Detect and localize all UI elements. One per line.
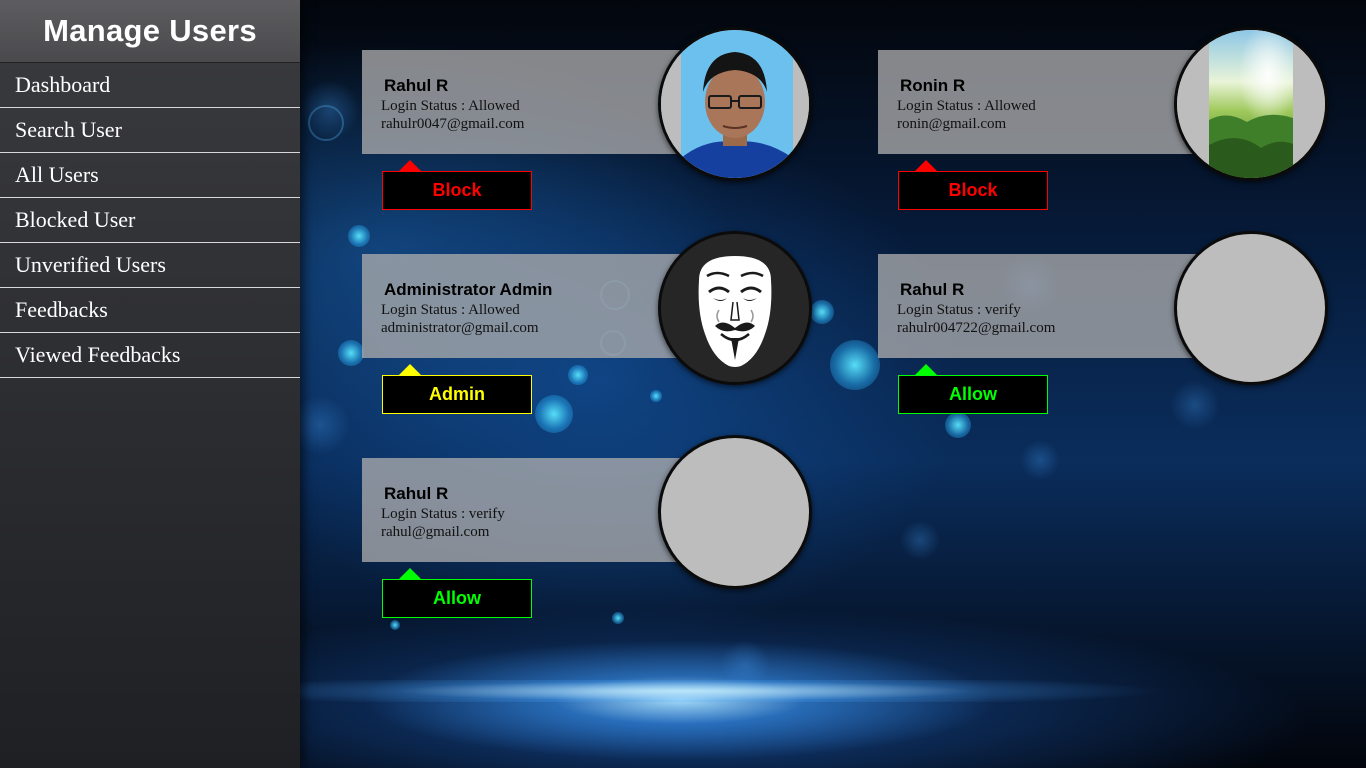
anonymous-mask-icon <box>661 234 809 382</box>
button-pointer <box>399 160 421 171</box>
user-email: rahul@gmail.com <box>381 524 490 540</box>
bokeh-light <box>300 395 350 455</box>
page-title: Manage Users <box>43 13 257 48</box>
button-pointer <box>399 364 421 375</box>
user-card: Rahul R Login Status : Allowed rahulr004… <box>362 27 812 210</box>
user-card: Rahul R Login Status : verify rahul@gmai… <box>362 435 812 618</box>
login-status: Login Status : Allowed <box>381 302 520 318</box>
button-pointer <box>915 160 937 171</box>
avatar <box>1174 27 1328 181</box>
user-name: Rahul R <box>384 76 449 95</box>
bokeh-light <box>810 300 834 324</box>
login-status: Login Status : verify <box>897 302 1021 318</box>
sidebar-item-feedbacks[interactable]: Feedbacks <box>0 288 300 333</box>
user-email: rahulr0047@gmail.com <box>381 116 525 132</box>
horizon-glow <box>300 680 1366 702</box>
sidebar-item-blocked-user[interactable]: Blocked User <box>0 198 300 243</box>
user-email: administrator@gmail.com <box>381 320 539 336</box>
sidebar-item-viewed-feedbacks[interactable]: Viewed Feedbacks <box>0 333 300 378</box>
user-name: Administrator Admin <box>384 280 553 299</box>
block-button[interactable]: Block <box>898 171 1048 210</box>
user-name: Rahul R <box>384 484 449 503</box>
sidebar-item-unverified-users[interactable]: Unverified Users <box>0 243 300 288</box>
sidebar-nav: Dashboard Search User All Users Blocked … <box>0 63 300 378</box>
user-card: Rahul R Login Status : verify rahulr0047… <box>878 231 1328 414</box>
bokeh-light <box>612 612 624 624</box>
login-status: Login Status : verify <box>381 506 505 522</box>
bokeh-light <box>830 340 880 390</box>
admin-button[interactable]: Admin <box>382 375 532 414</box>
button-pointer <box>915 364 937 375</box>
avatar <box>658 27 812 181</box>
bokeh-light <box>338 340 364 366</box>
avatar-placeholder <box>658 435 812 589</box>
sidebar-item-all-users[interactable]: All Users <box>0 153 300 198</box>
bokeh-light <box>1020 440 1060 480</box>
forest-landscape-photo <box>1177 30 1325 178</box>
sidebar-header: Manage Users <box>0 0 300 63</box>
sidebar-item-dashboard[interactable]: Dashboard <box>0 63 300 108</box>
user-email: ronin@gmail.com <box>897 116 1007 132</box>
bokeh-light <box>945 412 971 438</box>
button-pointer <box>399 568 421 579</box>
user-name: Ronin R <box>900 76 966 95</box>
sidebar-item-search-user[interactable]: Search User <box>0 108 300 153</box>
portrait-photo <box>661 30 809 178</box>
user-name: Rahul R <box>900 280 965 299</box>
avatar-placeholder <box>1174 231 1328 385</box>
user-card: Administrator Admin Login Status : Allow… <box>362 231 812 414</box>
bokeh-light <box>900 520 940 560</box>
user-email: rahulr004722@gmail.com <box>897 320 1056 336</box>
login-status: Login Status : Allowed <box>381 98 520 114</box>
block-button[interactable]: Block <box>382 171 532 210</box>
allow-button[interactable]: Allow <box>382 579 532 618</box>
allow-button[interactable]: Allow <box>898 375 1048 414</box>
user-card: Ronin R Login Status : Allowed ronin@gma… <box>878 27 1328 210</box>
bokeh-light <box>390 620 400 630</box>
bokeh-ring <box>308 105 344 141</box>
login-status: Login Status : Allowed <box>897 98 1036 114</box>
sidebar: Manage Users Dashboard Search User All U… <box>0 0 300 768</box>
avatar <box>658 231 812 385</box>
